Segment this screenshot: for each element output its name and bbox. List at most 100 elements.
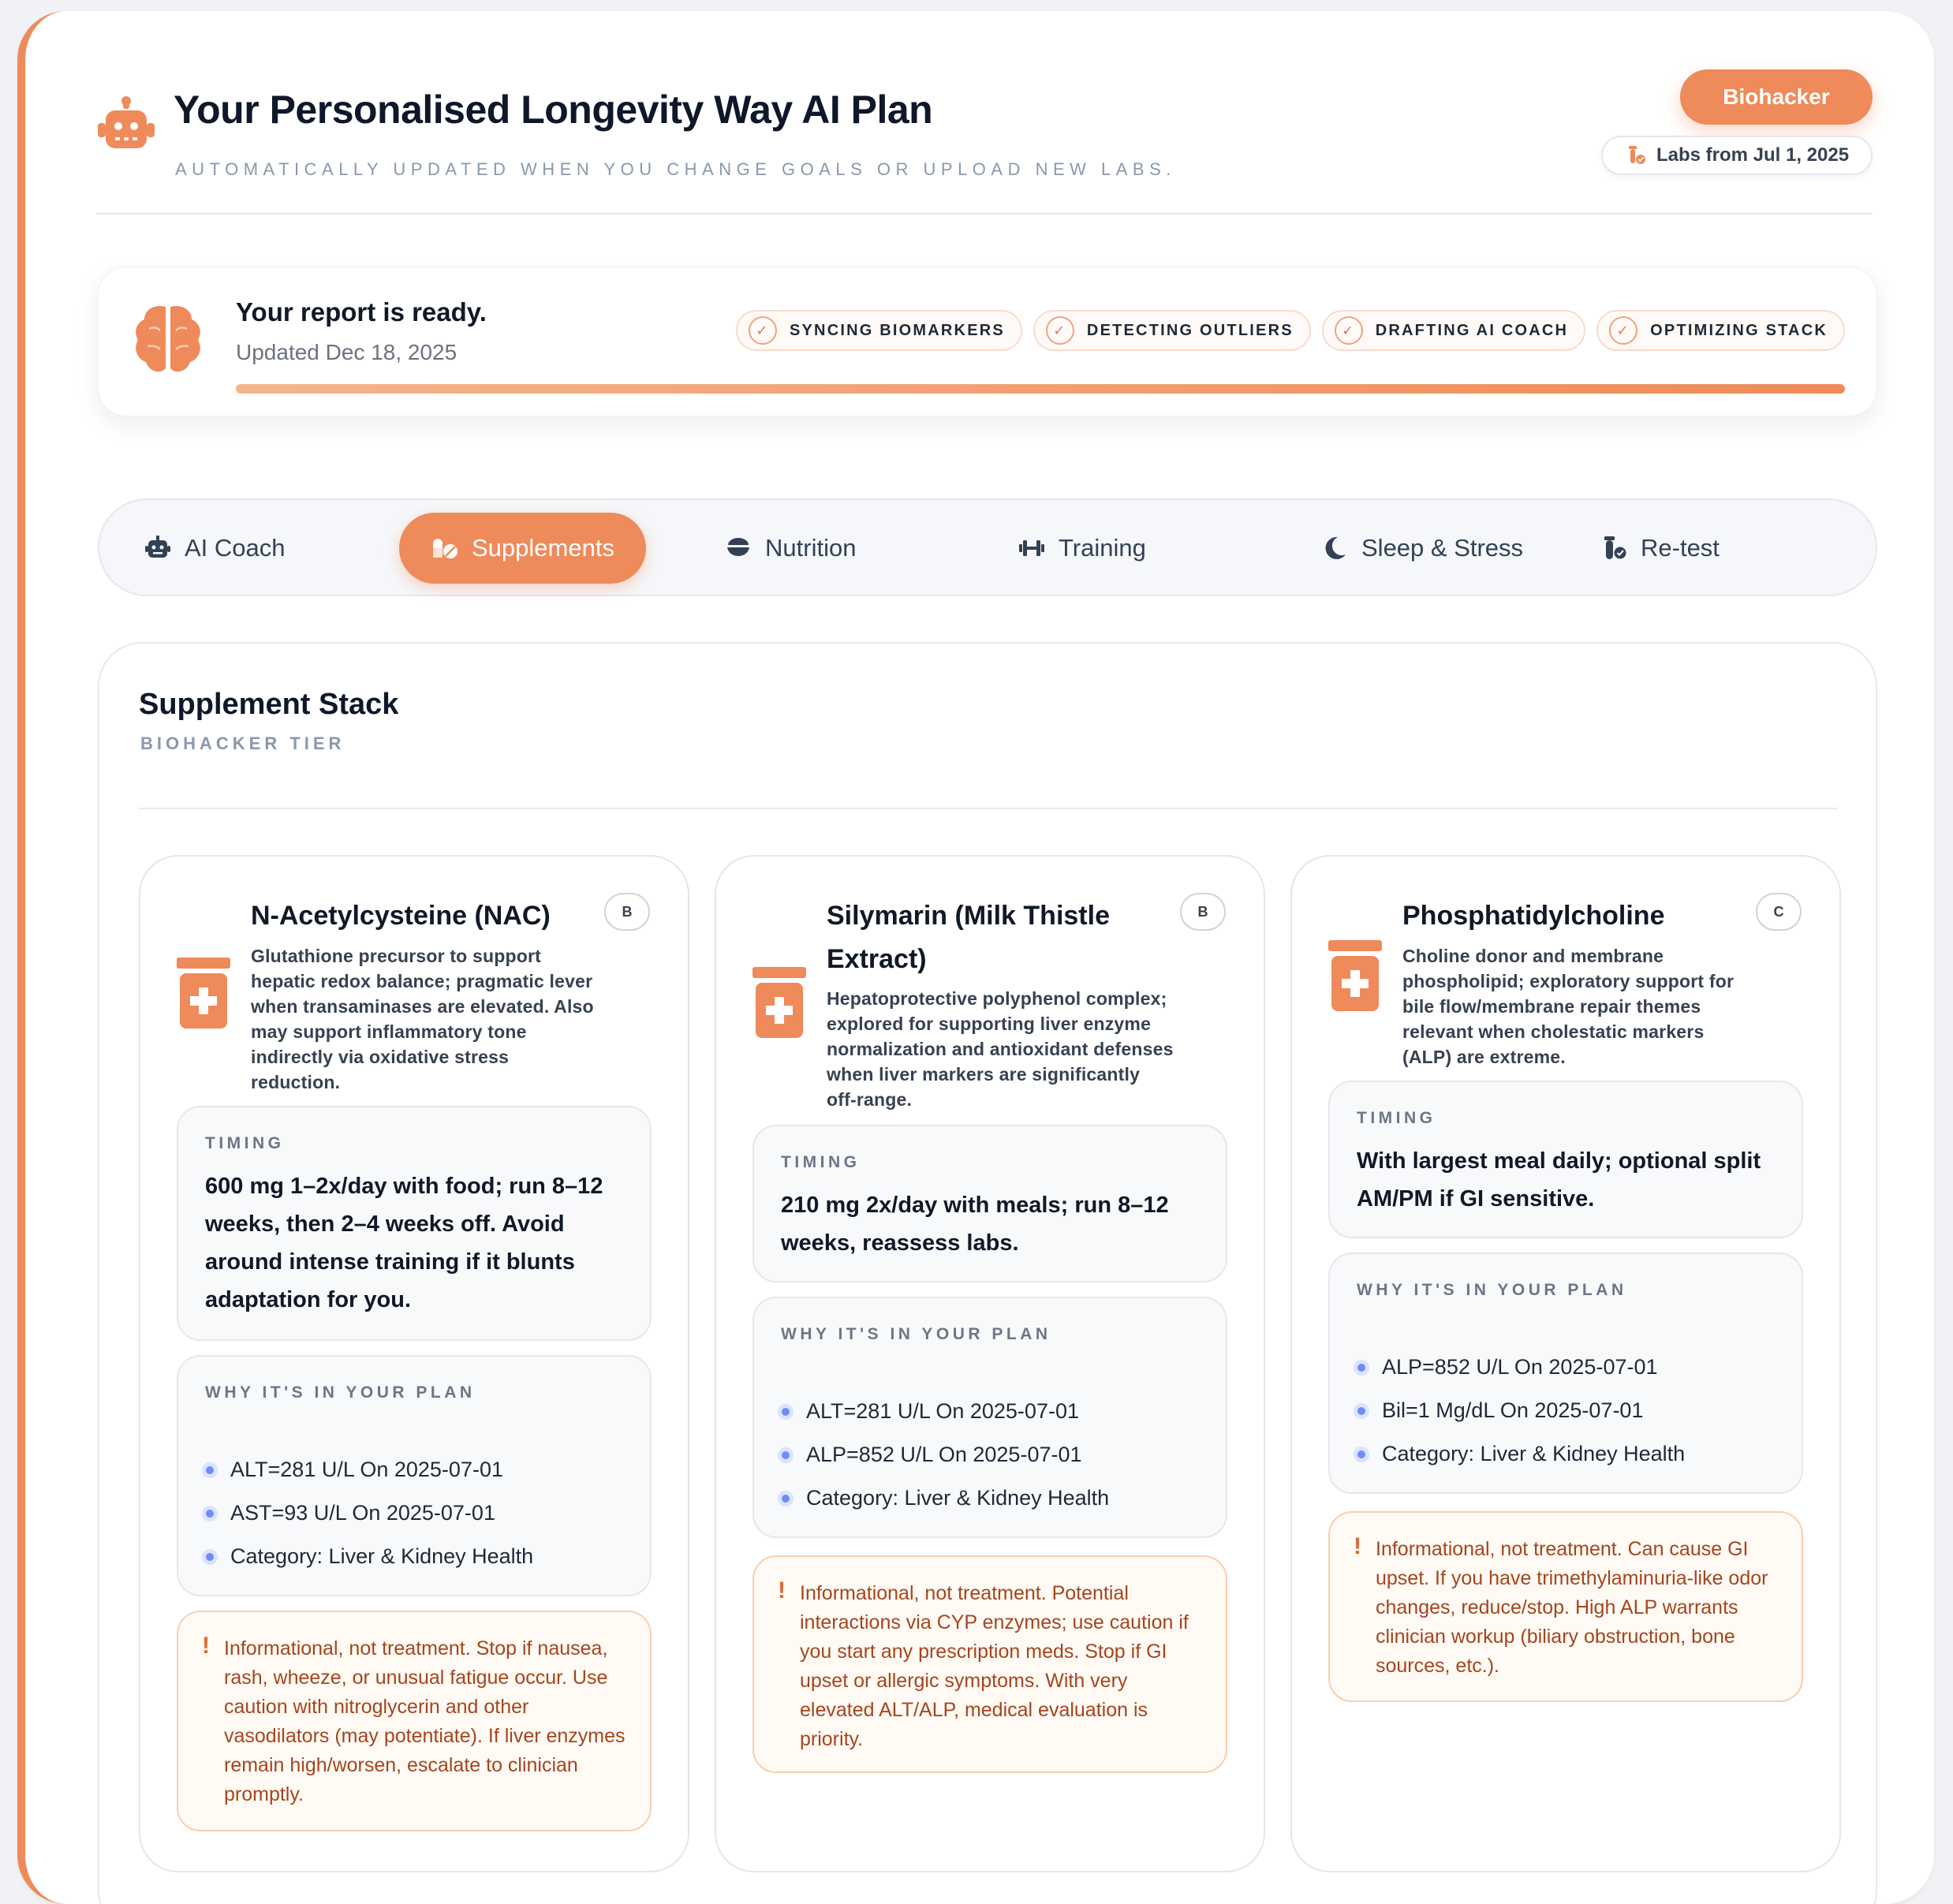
medicine-bottle-icon xyxy=(177,958,230,1029)
timing-text: 210 mg 2x/day with meals; run 8–12 weeks… xyxy=(781,1193,1169,1256)
warning-text: Informational, not treatment. Stop if na… xyxy=(224,1637,625,1805)
medicine-bottle-icon xyxy=(752,967,806,1038)
reason-text: Category: Liver & Kidney Health xyxy=(1382,1442,1686,1465)
bullet-dot xyxy=(202,1505,218,1521)
reason-list: ALT=281 U/L On 2025-07-01 AST=93 U/L On … xyxy=(202,1448,634,1578)
report-title: Your report is ready. xyxy=(236,297,487,327)
evidence-grade-badge: B xyxy=(604,893,650,931)
reason-text: Category: Liver & Kidney Health xyxy=(230,1544,534,1568)
bullet-dot xyxy=(202,1548,218,1565)
page-subtitle: AUTOMATICALLY UPDATED WHEN YOU CHANGE GO… xyxy=(175,159,1176,179)
supplement-card: B Silymarin (Milk Thistle Extract) Hepat… xyxy=(715,855,1265,1872)
supplement-card: B N-Acetylcysteine (NAC) Glutathione pre… xyxy=(139,855,689,1872)
timing-label: TIMING xyxy=(781,1153,861,1171)
step-label: DETECTING OUTLIERS xyxy=(1086,321,1294,339)
tab-label: Supplements xyxy=(472,534,614,562)
supplement-name: Silymarin (Milk Thistle Extract) xyxy=(827,901,1110,974)
why-box: WHY IT'S IN YOUR PLAN ALP=852 U/L On 202… xyxy=(1328,1253,1803,1494)
step-syncing-biomarkers: ✓ SYNCING BIOMARKERS xyxy=(735,310,1022,351)
step-label: DRAFTING AI COACH xyxy=(1375,321,1569,339)
reason-item: AST=93 U/L On 2025-07-01 xyxy=(202,1491,634,1535)
tab-label: Re-test xyxy=(1641,534,1720,562)
reason-item: Bil=1 Mg/dL On 2025-07-01 xyxy=(1354,1389,1786,1432)
supplement-name: N-Acetylcysteine (NAC) xyxy=(251,901,551,931)
tab-label: Nutrition xyxy=(765,534,857,562)
supplement-stack-panel: Supplement Stack BIOHACKER TIER B N-Acet… xyxy=(98,642,1877,1904)
bullet-dot xyxy=(778,1447,794,1463)
tab-ai-coach[interactable]: AI Coach xyxy=(112,513,317,584)
evidence-grade-badge: C xyxy=(1756,893,1802,931)
tab-label: Training xyxy=(1059,534,1146,562)
check-icon: ✓ xyxy=(1045,316,1074,345)
timing-text: 600 mg 1–2x/day with food; run 8–12 week… xyxy=(205,1174,603,1312)
evidence-grade-badge: B xyxy=(1180,893,1226,931)
pills-icon xyxy=(433,539,457,558)
tab-label: Sleep & Stress xyxy=(1361,534,1524,562)
reason-list: ALP=852 U/L On 2025-07-01 Bil=1 Mg/dL On… xyxy=(1354,1346,1786,1476)
plan-tabs: AI Coach Supplements Nutrition Training … xyxy=(98,498,1877,596)
report-progress-bar xyxy=(236,384,1845,394)
why-label: WHY IT'S IN YOUR PLAN xyxy=(205,1383,476,1402)
panel-title: Supplement Stack xyxy=(139,688,399,721)
tab-label: AI Coach xyxy=(185,534,286,562)
supplement-card: C Phosphatidylcholine Choline donor and … xyxy=(1290,855,1841,1872)
tab-training[interactable]: Training xyxy=(986,513,1178,584)
why-box: WHY IT'S IN YOUR PLAN ALT=281 U/L On 202… xyxy=(752,1297,1227,1538)
reason-item: ALT=281 U/L On 2025-07-01 xyxy=(778,1390,1210,1433)
labs-date-badge[interactable]: Labs from Jul 1, 2025 xyxy=(1601,136,1873,175)
reason-text: ALP=852 U/L On 2025-07-01 xyxy=(806,1443,1082,1466)
warning-icon: ! xyxy=(1354,1533,1361,1559)
labs-date-label: Labs from Jul 1, 2025 xyxy=(1656,144,1850,166)
tab-sleep-stress[interactable]: Sleep & Stress xyxy=(1289,513,1555,584)
supplement-description: Choline donor and membrane phospholipid;… xyxy=(1402,946,1735,1067)
warning-icon: ! xyxy=(202,1633,210,1659)
warning-box: ! Informational, not treatment. Stop if … xyxy=(177,1611,652,1831)
bullet-dot xyxy=(778,1490,794,1506)
reason-text: ALT=281 U/L On 2025-07-01 xyxy=(806,1399,1079,1423)
bullet-dot xyxy=(778,1403,794,1420)
reason-item: Category: Liver & Kidney Health xyxy=(202,1535,634,1578)
progress-steps: ✓ SYNCING BIOMARKERS ✓ DETECTING OUTLIER… xyxy=(735,310,1845,351)
robot-icon xyxy=(98,96,155,148)
dumbbell-icon xyxy=(1019,540,1044,556)
tab-nutrition[interactable]: Nutrition xyxy=(693,513,887,584)
why-label: WHY IT'S IN YOUR PLAN xyxy=(781,1325,1051,1343)
step-label: SYNCING BIOMARKERS xyxy=(789,321,1005,339)
reason-text: Category: Liver & Kidney Health xyxy=(806,1486,1110,1510)
step-drafting-ai-coach: ✓ DRAFTING AI COACH xyxy=(1321,310,1586,351)
brain-icon xyxy=(136,305,200,372)
why-box: WHY IT'S IN YOUR PLAN ALT=281 U/L On 202… xyxy=(177,1355,652,1596)
vial-icon xyxy=(1628,146,1645,164)
why-label: WHY IT'S IN YOUR PLAN xyxy=(1357,1281,1627,1299)
tier-button[interactable]: Biohacker xyxy=(1680,69,1873,125)
page-title: Your Personalised Longevity Way AI Plan xyxy=(174,88,933,132)
reason-item: Category: Liver & Kidney Health xyxy=(1354,1432,1786,1476)
robot-icon xyxy=(145,536,170,558)
timing-label: TIMING xyxy=(205,1134,285,1152)
plan-window: Your Personalised Longevity Way AI Plan … xyxy=(17,11,1934,1904)
reason-item: ALT=281 U/L On 2025-07-01 xyxy=(202,1448,634,1491)
timing-label: TIMING xyxy=(1357,1109,1436,1127)
warning-text: Informational, not treatment. Can cause … xyxy=(1376,1538,1768,1677)
step-detecting-outliers: ✓ DETECTING OUTLIERS xyxy=(1033,310,1311,351)
reason-text: AST=93 U/L On 2025-07-01 xyxy=(230,1501,495,1525)
supplement-description: Glutathione precursor to support hepatic… xyxy=(251,946,594,1092)
reason-item: Category: Liver & Kidney Health xyxy=(778,1477,1210,1520)
tab-re-test[interactable]: Re-test xyxy=(1568,513,1751,584)
bullet-dot xyxy=(1354,1359,1369,1376)
bullet-dot xyxy=(1354,1446,1369,1462)
bowl-icon xyxy=(726,538,750,556)
step-optimizing-stack: ✓ OPTIMIZING STACK xyxy=(1596,310,1845,351)
header-divider xyxy=(96,213,1873,215)
panel-divider xyxy=(139,808,1838,809)
bullet-dot xyxy=(1354,1402,1369,1419)
reason-text: Bil=1 Mg/dL On 2025-07-01 xyxy=(1382,1398,1644,1422)
timing-text: With largest meal daily; optional split … xyxy=(1357,1148,1761,1211)
warning-icon: ! xyxy=(778,1577,786,1603)
reason-item: ALP=852 U/L On 2025-07-01 xyxy=(778,1433,1210,1477)
reason-text: ALP=852 U/L On 2025-07-01 xyxy=(1382,1355,1658,1379)
timing-box: TIMING 600 mg 1–2x/day with food; run 8–… xyxy=(177,1106,652,1341)
report-updated-date: Updated Dec 18, 2025 xyxy=(236,340,457,364)
tab-supplements[interactable]: Supplements xyxy=(399,513,646,584)
timing-box: TIMING With largest meal daily; optional… xyxy=(1328,1081,1803,1238)
